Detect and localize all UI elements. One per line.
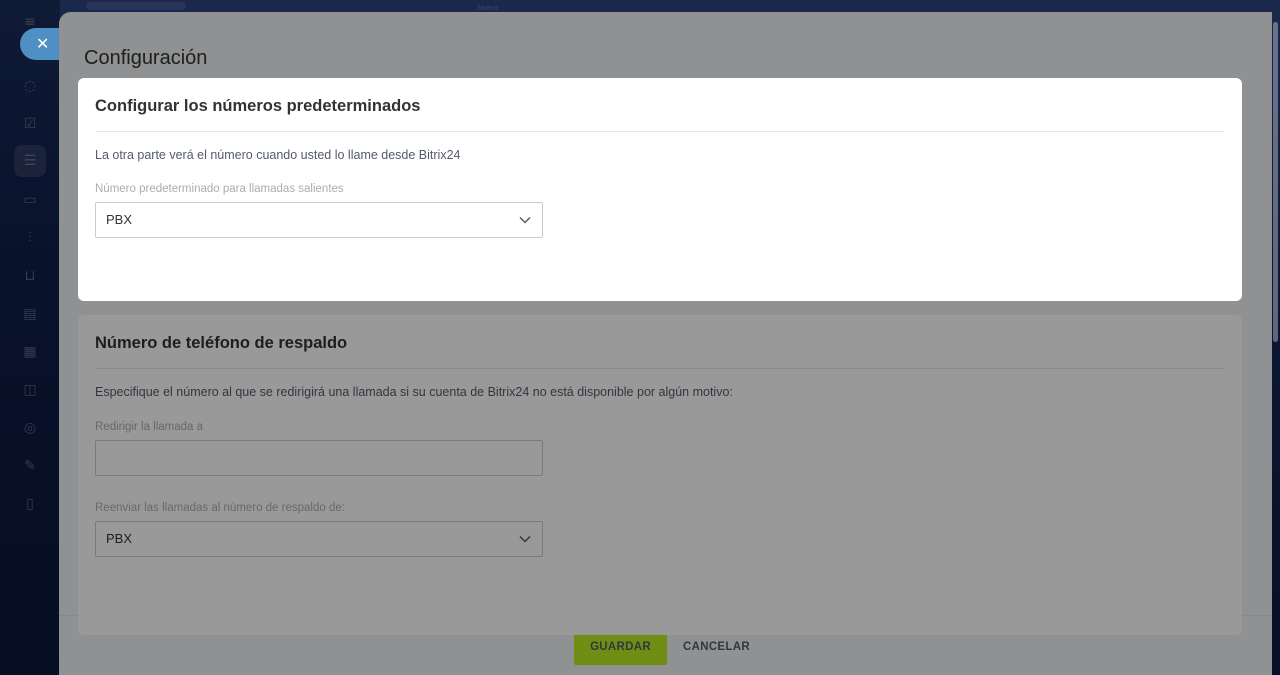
forward-calls-label: Reenviar las llamadas al número de respa… — [95, 502, 345, 514]
scrollbar-thumb[interactable] — [1273, 22, 1278, 342]
page-title: Configuración — [84, 47, 208, 70]
outgoing-number-select[interactable]: PBX — [95, 202, 543, 238]
chevron-down-icon — [517, 203, 533, 237]
backup-phone-description: Especifique el número al que se redirigi… — [95, 385, 733, 399]
redirect-call-label: Redirigir la llamada a — [95, 421, 204, 433]
settings-slider: Configuración Configurar los números pre… — [59, 12, 1272, 675]
redirect-call-input[interactable] — [95, 440, 543, 476]
backup-phone-card: Número de teléfono de respaldo Especifiq… — [78, 315, 1242, 635]
default-numbers-description: La otra parte verá el número cuando uste… — [95, 148, 461, 162]
page-scrollbar[interactable] — [1272, 12, 1280, 675]
default-numbers-title: Configurar los números predeterminados — [95, 78, 1225, 132]
outgoing-number-value: PBX — [106, 212, 133, 227]
forward-calls-value: PBX — [106, 531, 133, 546]
backup-phone-title: Número de teléfono de respaldo — [95, 315, 1225, 369]
forward-calls-select[interactable]: PBX — [95, 521, 543, 557]
close-icon: ✕ — [36, 34, 50, 53]
default-numbers-card: Configurar los números predeterminados L… — [78, 78, 1242, 301]
outgoing-number-label: Número predeterminado para llamadas sali… — [95, 183, 344, 195]
chevron-down-icon — [517, 522, 533, 556]
